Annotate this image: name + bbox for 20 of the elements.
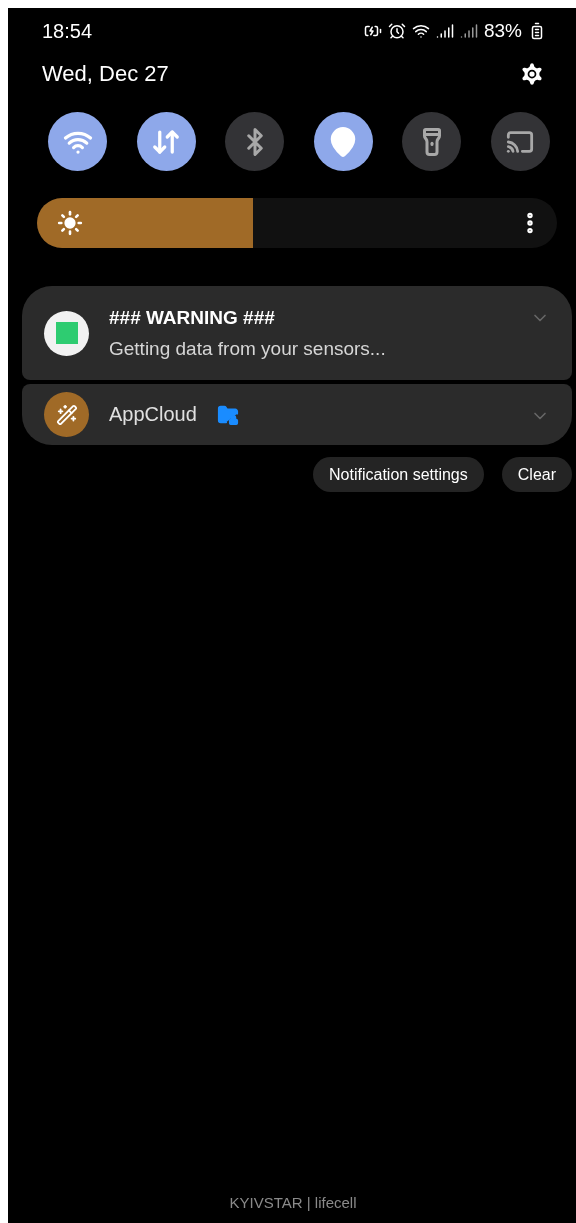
notification-card[interactable]: ### WARNING ### Getting data from your sensors...	[22, 286, 572, 380]
carrier-text: KYIVSTAR | lifecell	[229, 1194, 357, 1211]
brightness-slider[interactable]	[37, 198, 557, 248]
app-icon	[44, 310, 89, 356]
battery-percentage: 83%	[483, 20, 522, 42]
signal-icon	[459, 22, 478, 40]
clear-button[interactable]: Clear	[501, 457, 572, 492]
signal-icon	[435, 22, 454, 40]
notification-text: Getting data from your sensors...	[109, 337, 386, 360]
app-icon	[44, 392, 89, 437]
notification-title: ### WARNING ###	[109, 306, 275, 329]
notification-title: AppCloud	[109, 403, 197, 426]
notification-card[interactable]: AppCloud	[22, 384, 572, 445]
alarm-icon	[387, 22, 406, 40]
wifi-signal-icon	[411, 22, 430, 40]
notification-settings-button[interactable]: Notification settings	[313, 457, 484, 492]
status-time: 18:54	[42, 19, 93, 43]
folder-icon	[216, 403, 239, 426]
brightness-icon	[57, 210, 83, 236]
date-text: Wed, Dec 27	[42, 61, 169, 87]
